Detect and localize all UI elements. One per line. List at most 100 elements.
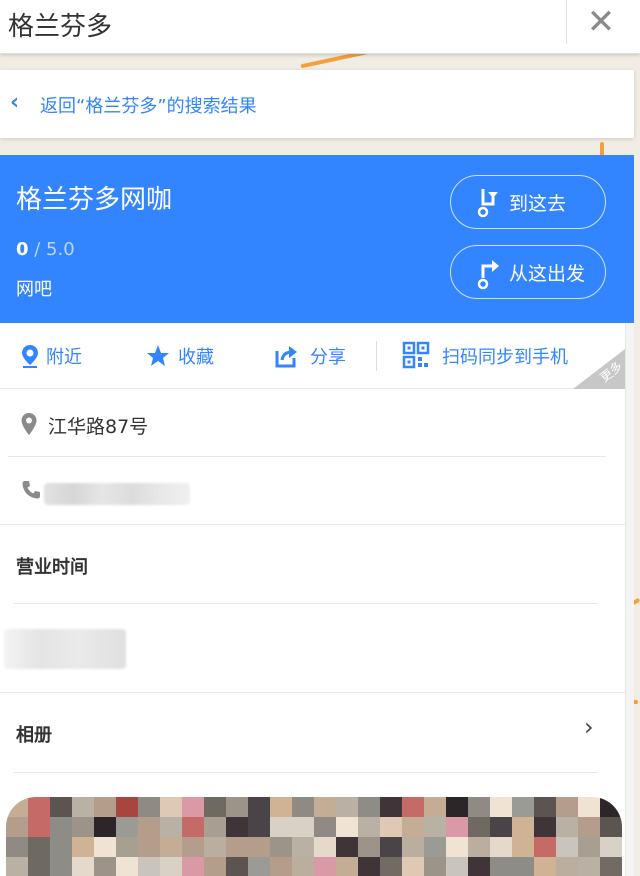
address-text: 江华路87号 <box>48 416 149 438</box>
album-photo-pixel <box>270 817 292 837</box>
album-photo-pixel <box>226 857 248 876</box>
scan-to-phone-button[interactable]: 扫码同步到手机 <box>402 341 602 371</box>
album-photo-pixel <box>28 837 50 857</box>
album-photo-pixel <box>226 817 248 837</box>
chevron-left-icon: ‹ <box>10 90 20 115</box>
album-photo-pixel <box>380 857 402 876</box>
album-photo-pixel <box>6 837 28 857</box>
search-input[interactable] <box>8 4 558 44</box>
album-photo-pixel <box>490 817 512 837</box>
album-photo-pixel <box>380 837 402 857</box>
album-photo-pixel <box>314 837 336 857</box>
place-category: 网吧 <box>16 279 52 300</box>
album-photo-pixel <box>72 837 94 857</box>
album-photo-pixel <box>182 837 204 857</box>
action-divider <box>376 341 377 371</box>
album-photo-pixel <box>336 857 358 876</box>
album-photo-pixel <box>336 817 358 837</box>
album-photo-pixel <box>336 797 358 817</box>
album-photo-pixel <box>358 857 380 876</box>
album-photo-pixel <box>138 857 160 876</box>
share-button[interactable]: 分享 <box>274 341 354 371</box>
search-divider <box>566 0 567 44</box>
back-to-results-label: 返回“格兰芬多”的搜索结果 <box>40 96 257 117</box>
album-photo-pixel <box>182 797 204 817</box>
album-photo-pixel <box>534 857 556 876</box>
address-row[interactable]: 江华路87号 <box>0 390 625 456</box>
more-button[interactable]: 更多 <box>573 349 625 389</box>
album-photo-pixel <box>534 837 556 857</box>
album-photo-pixel <box>6 857 28 876</box>
album-photo-pixel <box>28 817 50 837</box>
album-photo-pixel <box>248 817 270 837</box>
close-icon[interactable]: ✕ <box>576 2 626 42</box>
album-photo-pixel <box>138 797 160 817</box>
album-photo-pixel <box>358 837 380 857</box>
album-photo-pixel <box>424 817 446 837</box>
place-detail-panel: 附近 收藏 分享 扫码同步到手机 更多 江华路87号 营业时间 相册 › <box>0 323 625 876</box>
favorite-button[interactable]: 收藏 <box>146 341 226 371</box>
album-photo-pixel <box>468 857 490 876</box>
album-photo-pixel <box>138 817 160 837</box>
album-row[interactable]: 相册 › <box>0 693 625 771</box>
album-photo-pixel <box>446 837 468 857</box>
album-photo-pixel <box>402 817 424 837</box>
go-here-button[interactable]: 到这去 <box>450 175 606 229</box>
album-photo-pixel <box>226 797 248 817</box>
start-here-button[interactable]: 从这出发 <box>450 245 606 299</box>
album-photo-pixel <box>72 797 94 817</box>
album-photo-pixel <box>358 797 380 817</box>
back-to-results-link[interactable]: ‹ 返回“格兰芬多”的搜索结果 <box>0 70 634 138</box>
album-photo-pixel <box>314 817 336 837</box>
route-to-icon <box>477 189 498 218</box>
go-here-label: 到这去 <box>509 193 567 215</box>
album-photo-pixel <box>446 857 468 876</box>
album-photo-pixel <box>534 797 556 817</box>
album-photo-pixel <box>28 797 50 817</box>
album-photo-pixel <box>512 857 534 876</box>
nearby-button[interactable]: 附近 <box>18 341 98 371</box>
album-photo-pixel <box>490 797 512 817</box>
album-photo-pixel <box>314 857 336 876</box>
album-photo-pixel <box>116 837 138 857</box>
album-photo-pixel <box>72 857 94 876</box>
album-photo-pixel <box>468 817 490 837</box>
panel-scrollbar[interactable] <box>625 323 634 876</box>
album-photo-pixel <box>116 797 138 817</box>
album-photo-pixel <box>446 817 468 837</box>
divider <box>14 772 598 773</box>
album-photo-pixel <box>226 837 248 857</box>
album-photo-pixel <box>292 837 314 857</box>
phone-row[interactable] <box>0 457 625 523</box>
album-photo-pixel <box>160 797 182 817</box>
phone-icon <box>22 481 40 499</box>
place-header: 格兰芬多网咖 0 / 5.0 网吧 到这去 从这出发 <box>0 155 634 323</box>
album-photo-pixel <box>116 857 138 876</box>
business-hours-redacted <box>4 629 126 669</box>
album-photo-pixel <box>138 837 160 857</box>
album-photo-pixel <box>380 797 402 817</box>
album-photo-pixel <box>270 857 292 876</box>
album-photo-pixel <box>402 837 424 857</box>
album-photo-pixel <box>556 817 578 837</box>
album-photo-pixel <box>270 797 292 817</box>
album-photo-pixel <box>292 797 314 817</box>
album-photo-pixel <box>578 837 600 857</box>
album-photo-pixel <box>600 857 622 876</box>
album-photo-pixel <box>6 797 28 817</box>
album-photo-pixel <box>556 837 578 857</box>
search-bar: ✕ <box>0 0 640 54</box>
album-photo-strip[interactable] <box>6 797 622 876</box>
album-photo-pixel <box>534 817 556 837</box>
album-photo-pixel <box>50 797 72 817</box>
album-photo-pixel <box>600 837 622 857</box>
start-here-label: 从这出发 <box>509 263 586 285</box>
chevron-right-icon: › <box>584 713 594 741</box>
scan-to-phone-label: 扫码同步到手机 <box>442 347 568 368</box>
album-photo-pixel <box>600 817 622 837</box>
divider <box>0 524 625 525</box>
album-photo-pixel <box>248 797 270 817</box>
album-photo-pixel <box>94 837 116 857</box>
album-photo-pixel <box>468 797 490 817</box>
album-photo-pixel <box>490 837 512 857</box>
